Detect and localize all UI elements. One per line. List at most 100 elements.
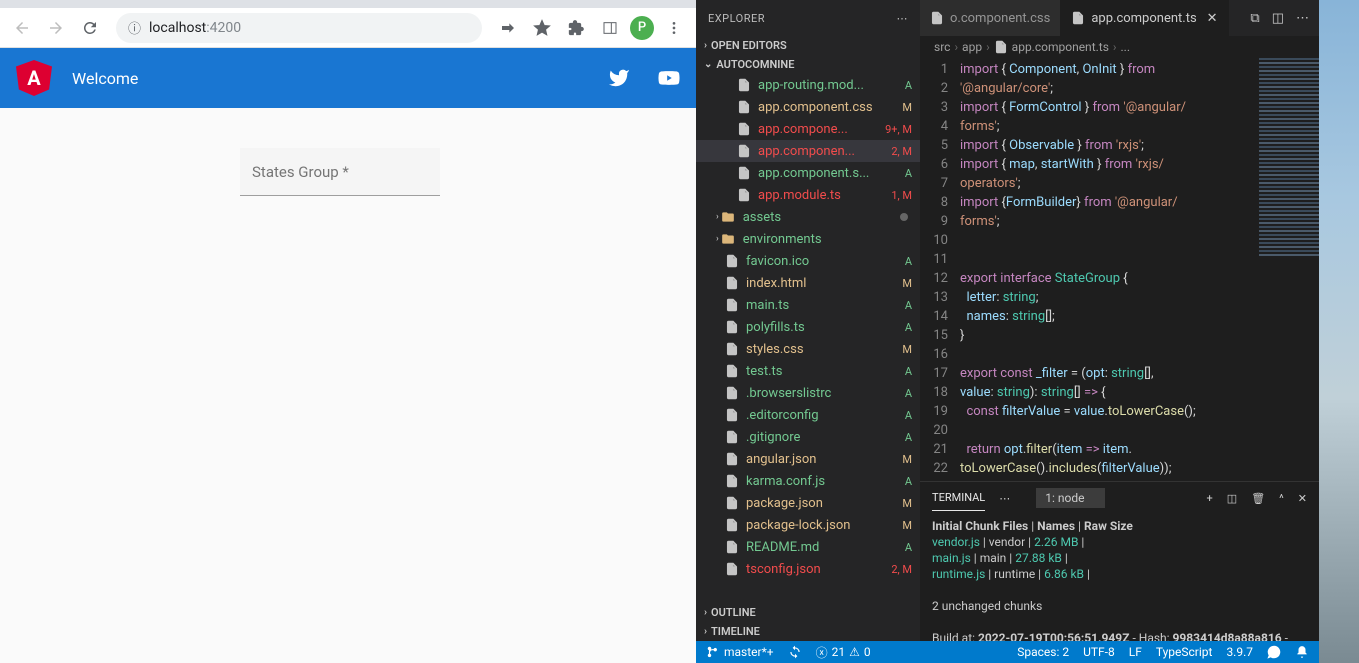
sync-status[interactable] <box>788 645 802 659</box>
editor-tab[interactable]: app.component.ts✕ <box>1061 0 1228 36</box>
file-item[interactable]: tsconfig.json2, M <box>696 558 920 580</box>
spaces-status[interactable]: Spaces: 2 <box>1017 645 1069 659</box>
explorer-more-button[interactable]: ⋯ <box>897 12 909 25</box>
file-item[interactable]: favicon.icoA <box>696 250 920 272</box>
file-icon <box>724 408 740 422</box>
reload-button[interactable] <box>76 14 104 42</box>
menu-button[interactable] <box>660 14 688 42</box>
sync-icon <box>788 645 802 659</box>
forward-button[interactable] <box>42 14 70 42</box>
explorer-sidebar: EXPLORER ⋯ ›OPEN EDITORS ⌄AUTOCOMNINE ap… <box>696 0 920 641</box>
file-name: app.component.s... <box>758 166 901 181</box>
file-icon <box>736 122 752 136</box>
file-item[interactable]: package-lock.jsonM <box>696 514 920 536</box>
maximize-terminal-button[interactable]: ^ <box>1279 492 1284 505</box>
code-editor[interactable]: 1234567891011121314151617181920212223 im… <box>920 58 1319 481</box>
share-button[interactable] <box>494 14 522 42</box>
bookmark-button[interactable] <box>528 14 556 42</box>
profile-avatar[interactable]: P <box>630 16 654 40</box>
file-icon <box>724 562 740 576</box>
file-item[interactable]: polyfills.tsA <box>696 316 920 338</box>
file-name: package.json <box>746 496 898 511</box>
file-icon <box>736 188 752 202</box>
terminal-actions: + ◫ 🗑 ^ ✕ <box>1207 492 1307 505</box>
file-name: karma.conf.js <box>746 474 901 489</box>
chevron-down-icon: ⌄ <box>704 59 712 70</box>
file-item[interactable]: karma.conf.jsA <box>696 470 920 492</box>
app-header: A Welcome <box>0 48 696 108</box>
extensions-button[interactable] <box>562 14 590 42</box>
file-item[interactable]: app.componen...2, M <box>696 140 920 162</box>
terminal-output[interactable]: Initial Chunk Files | Names | Raw Sizeve… <box>920 514 1319 641</box>
notifications-button[interactable] <box>1295 645 1309 659</box>
branch-icon <box>706 645 720 659</box>
address-bar[interactable]: ⓘ localhost:4200 <box>116 13 482 43</box>
split-terminal-button[interactable]: ◫ <box>1227 492 1237 505</box>
breadcrumb-separator: › <box>986 40 990 54</box>
breadcrumb-item[interactable]: app.component.ts <box>1012 40 1109 54</box>
file-item[interactable]: package.jsonM <box>696 492 920 514</box>
breadcrumb-item[interactable]: ... <box>1121 40 1131 54</box>
encoding-status[interactable]: UTF-8 <box>1083 645 1115 659</box>
app-title: Welcome <box>72 69 138 88</box>
file-name: app.compone... <box>758 122 881 137</box>
file-item[interactable]: styles.cssM <box>696 338 920 360</box>
twitter-icon[interactable] <box>608 67 630 89</box>
folder-icon <box>721 232 737 246</box>
code-content[interactable]: import { Component, OnInit } from'@angul… <box>960 58 1259 481</box>
outline-section[interactable]: ›OUTLINE <box>696 603 920 622</box>
file-item[interactable]: test.tsA <box>696 360 920 382</box>
breadcrumb[interactable]: src›app›app.component.ts›... <box>920 36 1319 58</box>
language-status[interactable]: TypeScript <box>1156 645 1213 659</box>
youtube-icon[interactable] <box>658 67 680 89</box>
close-tab-button[interactable]: ✕ <box>1207 11 1218 26</box>
file-item[interactable]: README.mdA <box>696 536 920 558</box>
file-item[interactable]: app-routing.mod...A <box>696 74 920 96</box>
states-group-input[interactable] <box>240 148 440 196</box>
minimap[interactable] <box>1259 58 1319 481</box>
breadcrumb-item[interactable]: src <box>934 40 950 54</box>
file-item[interactable]: main.tsA <box>696 294 920 316</box>
feedback-icon <box>1267 645 1281 659</box>
breadcrumb-separator: › <box>1113 40 1117 54</box>
terminal-more-button[interactable]: ⋯ <box>999 492 1010 505</box>
ts-version-status[interactable]: 3.9.7 <box>1226 645 1253 659</box>
folder-item[interactable]: ›assets <box>696 206 920 228</box>
file-item[interactable]: app.compone...9+, M <box>696 118 920 140</box>
file-name: README.md <box>746 540 901 555</box>
breadcrumb-item[interactable]: app <box>962 40 982 54</box>
file-item[interactable]: .browserslistrcA <box>696 382 920 404</box>
project-section[interactable]: ⌄AUTOCOMNINE <box>696 55 920 74</box>
terminal-tab[interactable]: TERMINAL <box>932 485 985 511</box>
file-name: styles.css <box>746 342 898 357</box>
close-terminal-button[interactable]: ✕ <box>1298 492 1307 505</box>
branch-status[interactable]: master*+ <box>706 645 774 659</box>
file-name: app-routing.mod... <box>758 78 901 93</box>
timeline-section[interactable]: ›TIMELINE <box>696 622 920 641</box>
puzzle-icon <box>568 20 584 36</box>
file-status: A <box>905 431 912 444</box>
editor-tab[interactable]: o.component.css <box>920 0 1061 36</box>
file-status: A <box>905 409 912 422</box>
chevron-right-icon: › <box>716 234 719 244</box>
file-item[interactable]: app.component.s...A <box>696 162 920 184</box>
folder-item[interactable]: ›environments <box>696 228 920 250</box>
file-item[interactable]: app.component.cssM <box>696 96 920 118</box>
back-button[interactable] <box>8 14 36 42</box>
file-item[interactable]: app.module.ts1, M <box>696 184 920 206</box>
terminal-select[interactable]: 1: node <box>1036 488 1105 508</box>
new-terminal-button[interactable]: + <box>1207 492 1213 505</box>
file-item[interactable]: index.htmlM <box>696 272 920 294</box>
compare-button[interactable]: ⧉ <box>1250 11 1259 26</box>
open-editors-section[interactable]: ›OPEN EDITORS <box>696 36 920 55</box>
split-editor-button[interactable]: ◫ <box>1272 11 1284 26</box>
file-item[interactable]: .gitignoreA <box>696 426 920 448</box>
eol-status[interactable]: LF <box>1129 645 1142 659</box>
more-actions-button[interactable]: ⋯ <box>1296 11 1309 26</box>
file-item[interactable]: angular.jsonM <box>696 448 920 470</box>
kill-terminal-button[interactable]: 🗑 <box>1251 492 1265 505</box>
file-item[interactable]: .editorconfigA <box>696 404 920 426</box>
feedback-button[interactable] <box>1267 645 1281 659</box>
problems-status[interactable]: ⓧ 21 ⚠ 0 <box>816 644 871 661</box>
sidepanel-button[interactable] <box>596 14 624 42</box>
